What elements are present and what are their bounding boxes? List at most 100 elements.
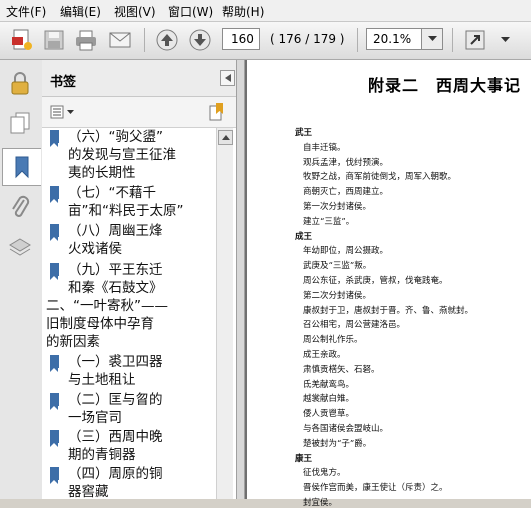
next-page-button[interactable] — [186, 26, 214, 54]
document-line: 晋侯作宫而美，康王使让（斥责）之。 — [303, 483, 448, 494]
page-count-label: ( 176 / 179 ) — [270, 32, 345, 46]
bookmark-icon — [50, 393, 59, 410]
security-button[interactable] — [5, 68, 35, 98]
panel-title: 书签 — [50, 75, 77, 90]
arrow-up-icon — [156, 29, 178, 51]
section-heading: 成王 — [295, 231, 313, 242]
attachments-button[interactable] — [5, 192, 35, 222]
document-line: 武庚及“三监”叛。 — [303, 261, 372, 272]
document-line: 观兵孟津，伐纣预演。 — [303, 157, 389, 168]
bookmark-item[interactable]: （二）匡与曶的 一场官司 — [50, 391, 216, 427]
document-line: 征伐鬼方。 — [303, 468, 346, 479]
email-icon — [109, 32, 131, 48]
document-line: 周公制礼作乐。 — [303, 335, 363, 346]
zoom-input[interactable]: 20.1% — [366, 28, 422, 50]
bookmark-item[interactable]: （九）平王东迁 和秦《石鼓文》 — [50, 261, 216, 297]
chevron-up-icon — [221, 135, 230, 140]
document-line: 第一次分封诸侯。 — [303, 202, 372, 212]
bookmark-list: （六）“驹父盨” 的发现与宣王征淮 夷的长期性 （七）“不藉千 亩”和“料民于太原” … — [42, 128, 216, 499]
bookmark-item[interactable]: （六）“驹父盨” 的发现与宣王征淮 夷的长期性 — [50, 128, 216, 182]
bookmark-item[interactable]: （三）西周中晚 期的青铜器 — [50, 428, 216, 464]
menu-file[interactable]: 文件(F) — [6, 3, 46, 20]
new-bookmark-icon — [209, 103, 223, 121]
lock-icon — [11, 72, 29, 95]
bookmark-item[interactable]: （八）周幽王烽 火戏诸侯 — [50, 222, 216, 258]
bookmark-item[interactable]: （四）周原的铜 器窖藏 — [50, 465, 216, 499]
arrow-down-icon — [189, 29, 211, 51]
document-line: 氐羌献鸾鸟。 — [303, 379, 355, 390]
toolbar-separator — [144, 28, 145, 52]
chevron-down-icon — [67, 109, 74, 114]
print-icon — [76, 30, 96, 51]
layers-button[interactable] — [5, 232, 35, 262]
page-number-input[interactable]: 160 — [222, 28, 260, 50]
bookmark-scrollbar[interactable] — [216, 128, 233, 499]
panel-splitter[interactable] — [236, 60, 245, 499]
create-pdf-button[interactable] — [8, 26, 36, 54]
bookmark-icon — [50, 467, 59, 484]
bookmark-icon — [50, 224, 59, 241]
document-line: 封宜侯。 — [303, 498, 338, 508]
navigation-rail — [0, 60, 43, 499]
toolbar-separator — [452, 28, 453, 52]
document-title: 附录二 西周大事记 — [367, 76, 521, 95]
section-heading: 武王 — [295, 128, 313, 138]
layers-icon — [9, 238, 31, 256]
menu-window[interactable]: 窗口(W) — [168, 3, 213, 20]
document-line: 周公东征，杀武庚，管叔，伐奄践奄。 — [303, 276, 448, 286]
toolbar-more-button[interactable] — [496, 26, 514, 54]
menu-view[interactable]: 视图(V) — [114, 3, 156, 20]
chevron-left-icon — [224, 74, 231, 82]
pages-button[interactable] — [5, 108, 35, 138]
menu-help[interactable]: 帮助(H) — [222, 3, 264, 20]
document-line: 自丰迁镐。 — [303, 142, 346, 153]
create-pdf-icon — [12, 29, 32, 50]
menu-edit[interactable]: 编辑(E) — [60, 3, 101, 20]
email-button[interactable] — [106, 26, 134, 54]
bookmarks-panel: 书签 （六）“驹父盨” 的发现与宣王征淮 夷的长期性 （七）“不藉千 亩”和“料民于太… — [42, 60, 236, 499]
document-line: 康叔封于卫，唐叔封于晋。齐、鲁、燕就封。 — [303, 305, 474, 316]
expand-icon — [465, 30, 485, 50]
toolbar: 160 ( 176 / 179 ) 20.1% — [0, 22, 531, 60]
document-line: 商朝灭亡，西周建立。 — [303, 187, 389, 198]
pages-icon — [10, 112, 30, 134]
new-bookmark-button[interactable] — [206, 101, 228, 123]
paperclip-icon — [12, 195, 30, 217]
panel-toolbar — [42, 97, 236, 128]
document-line: 年幼即位，周公摄政。 — [303, 246, 389, 257]
options-button[interactable] — [50, 103, 76, 121]
document-line: 越裳献白雉。 — [303, 394, 355, 405]
document-line: 肃慎贡楛矢、石砮。 — [303, 364, 380, 375]
bookmark-icon — [50, 186, 59, 203]
document-page: 附录二 西周大事记 武王自丰迁镐。观兵孟津，伐纣预演。牧野之战，商军前徒倒戈，周… — [247, 60, 531, 508]
zoom-dropdown-button[interactable] — [421, 28, 443, 50]
previous-page-button[interactable] — [153, 26, 181, 54]
scroll-up-button[interactable] — [218, 130, 233, 145]
document-line: 牧野之战，商军前徒倒戈，周军入朝歌。 — [303, 172, 457, 183]
bookmark-icon — [50, 355, 59, 372]
list-options-icon — [50, 105, 64, 119]
bookmark-item[interactable]: （一）裘卫四器 与土地租让 — [50, 353, 216, 389]
document-line: 召公相宅，周公营建洛邑。 — [303, 320, 406, 331]
fit-window-button[interactable] — [461, 26, 489, 54]
bookmarks-button[interactable] — [2, 148, 41, 186]
document-line: 倭人贡鬯草。 — [303, 409, 355, 420]
document-line: 与各国诸侯会盟岐山。 — [303, 424, 389, 434]
bookmark-item[interactable]: （七）“不藉千 亩”和“料民于太原” — [50, 184, 216, 220]
save-icon — [44, 30, 64, 50]
menu-bar: 文件(F) 编辑(E) 视图(V) 窗口(W) 帮助(H) — [0, 0, 531, 22]
print-button[interactable] — [72, 26, 100, 54]
section-heading: 康王 — [295, 453, 313, 464]
document-view[interactable]: 附录二 西周大事记 武王自丰迁镐。观兵孟津，伐纣预演。牧野之战，商军前徒倒戈，周… — [245, 60, 531, 508]
bookmark-icon — [50, 430, 59, 447]
bookmark-icon — [50, 263, 59, 280]
collapse-panel-button[interactable] — [220, 70, 235, 86]
bookmark-icon — [50, 130, 59, 147]
document-line: 第二次分封诸侯。 — [303, 290, 372, 301]
panel-header: 书签 — [42, 60, 236, 97]
bookmark-icon — [15, 156, 29, 179]
chevron-down-icon — [427, 36, 437, 41]
bookmark-item[interactable]: 二、“一叶寄秋”—— 旧制度母体中孕育 的新因素 — [46, 297, 216, 351]
toolbar-separator — [357, 28, 358, 52]
save-button[interactable] — [40, 26, 68, 54]
